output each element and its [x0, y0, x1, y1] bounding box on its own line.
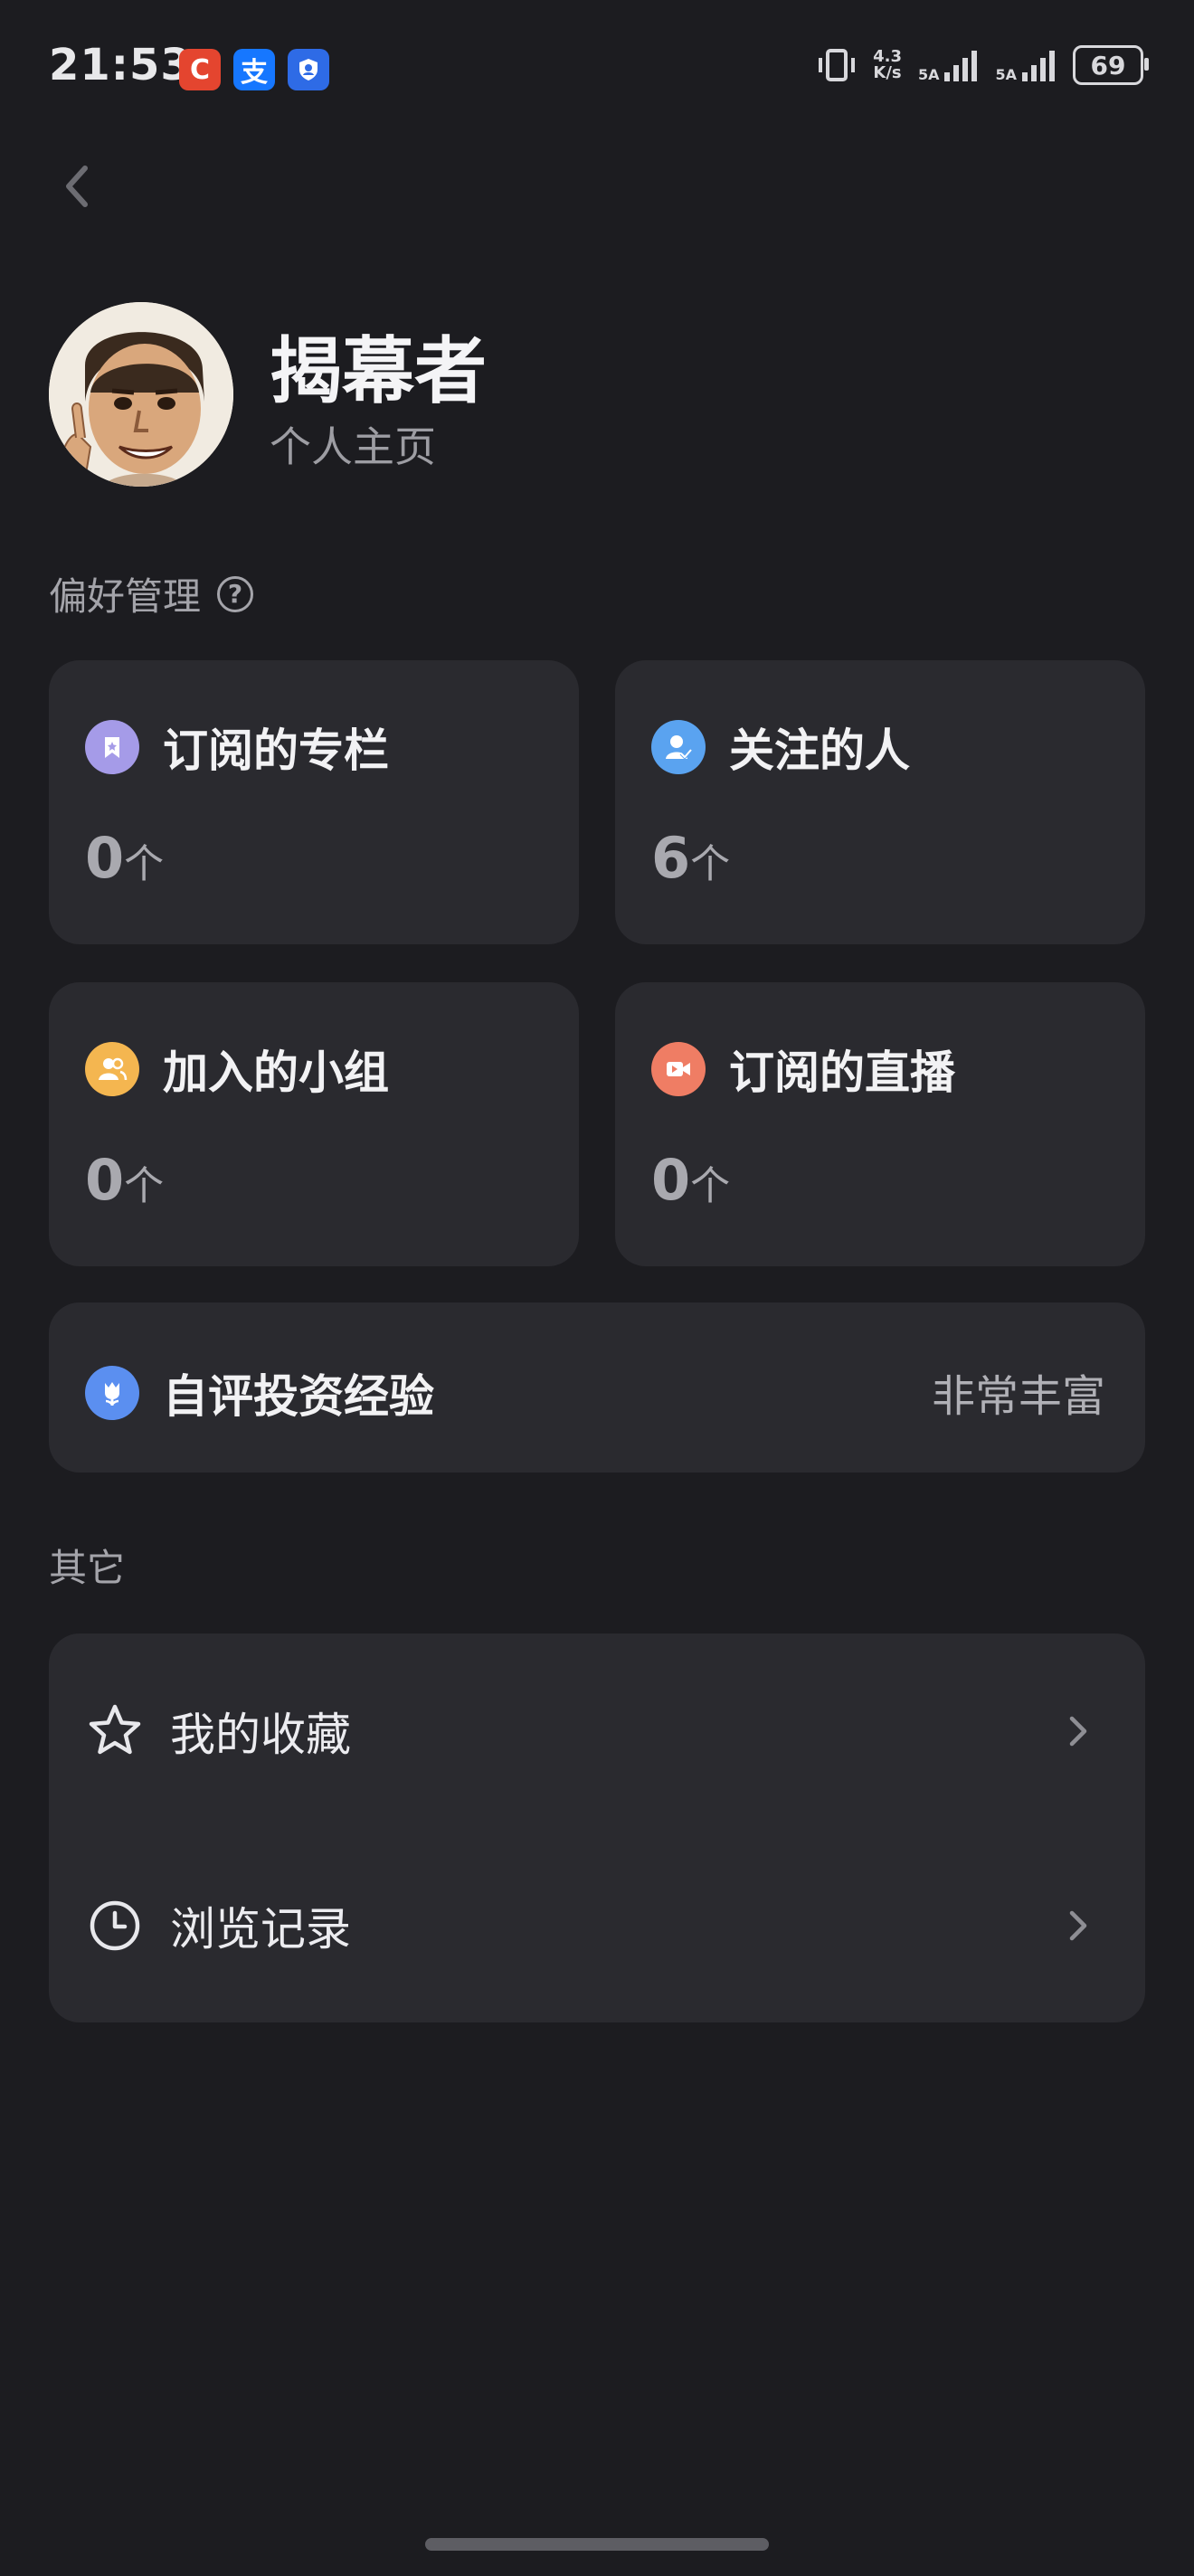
preferences-title-text: 偏好管理: [49, 574, 202, 619]
list-item-history[interactable]: 浏览记录: [49, 1828, 1145, 2022]
card-joined-groups[interactable]: 加入的小组 0个: [49, 982, 579, 1266]
network-speed: 4.3 K/s: [873, 47, 902, 82]
avatar-image: [49, 302, 233, 487]
signal-2: 5A: [995, 47, 1057, 83]
card-subscribed-columns[interactable]: 订阅的专栏 0个: [49, 660, 579, 944]
investment-experience-row[interactable]: 自评投资经验 非常丰富: [49, 1302, 1145, 1473]
chevron-right-icon: [1069, 1910, 1087, 1941]
battery-indicator: 69: [1073, 45, 1149, 85]
card-title: 订阅的专栏: [163, 724, 389, 777]
signal-bars-icon: [1022, 51, 1055, 81]
card-title: 订阅的直播: [729, 1046, 955, 1099]
chevron-left-icon: [66, 166, 88, 207]
signal-1: 5A: [918, 47, 980, 83]
help-icon[interactable]: ?: [217, 575, 254, 612]
chevron-right-icon: [1069, 1716, 1087, 1747]
profile-subtitle: 个人主页: [270, 422, 436, 471]
profile-name: 揭幕者: [270, 329, 487, 413]
experience-label: 自评投资经验: [163, 1370, 434, 1423]
card-following[interactable]: 关注的人 6个: [615, 660, 1145, 944]
star-icon: [85, 1701, 145, 1761]
back-button[interactable]: [54, 159, 101, 213]
others-title-text: 其它: [49, 1546, 126, 1590]
status-time: 21:53: [49, 40, 192, 90]
avatar[interactable]: [49, 302, 233, 487]
preferences-section-title: 偏好管理 ?: [49, 566, 254, 621]
list-item-label: 浏览记录: [170, 1902, 351, 1956]
card-title: 加入的小组: [163, 1046, 389, 1099]
person-check-icon: [651, 720, 706, 774]
notification-icons: C 支: [179, 49, 329, 90]
signal-bars-icon: [944, 51, 978, 81]
card-title: 关注的人: [729, 724, 910, 777]
video-icon: [651, 1042, 706, 1096]
c-app-icon: C: [179, 49, 221, 90]
card-subscribed-live[interactable]: 订阅的直播 0个: [615, 982, 1145, 1266]
list-item-favorites[interactable]: 我的收藏: [49, 1634, 1145, 1828]
others-section-title: 其它: [49, 1538, 125, 1593]
group-icon: [85, 1042, 139, 1096]
bookmark-icon: [85, 720, 139, 774]
clock-icon: [85, 1896, 145, 1956]
alipay-icon: 支: [233, 49, 275, 90]
card-count: 0个: [85, 1147, 165, 1213]
card-count: 6个: [651, 825, 731, 891]
status-indicators: 4.3 K/s 5A 5A 69: [817, 45, 1149, 85]
card-count: 0个: [85, 825, 165, 891]
card-count: 0个: [651, 1147, 731, 1213]
experience-value: 非常丰富: [931, 1371, 1105, 1422]
home-indicator[interactable]: [425, 2538, 769, 2551]
tulip-icon: [85, 1366, 139, 1420]
vibrate-icon: [819, 49, 856, 81]
others-list: 我的收藏 浏览记录: [49, 1634, 1145, 2022]
list-item-label: 我的收藏: [170, 1708, 351, 1761]
shield-app-icon: [288, 49, 329, 90]
